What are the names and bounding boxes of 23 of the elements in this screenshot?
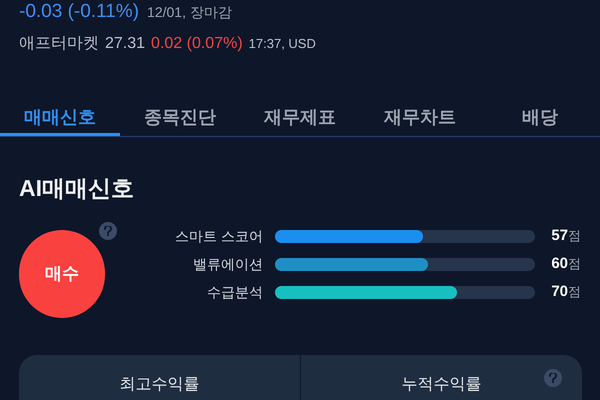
after-market-change: 0.02 (0.07%) — [151, 34, 243, 54]
tab[interactable]: 종목진단 — [120, 102, 240, 136]
after-market-label: 애프터마켓 — [19, 34, 99, 54]
score-value: 60점 — [550, 254, 581, 274]
score-label: 밸류에이션 — [192, 255, 263, 274]
tab[interactable]: 배당 — [480, 102, 600, 136]
tab[interactable]: 매매신호 — [0, 102, 120, 136]
help-icon[interactable] — [99, 222, 117, 240]
score-value: 70점 — [550, 282, 581, 302]
quote-time: 12/01, 장마감 — [147, 3, 232, 22]
after-market-price: 27.31 — [105, 34, 146, 54]
signal-badge: 매수 — [19, 230, 105, 318]
score-label: 스마트 스코어 — [174, 227, 263, 246]
section-title: AI매매신호 — [18, 174, 135, 203]
score-value: 57점 — [550, 226, 581, 246]
column-header: 누적수익률 — [402, 375, 482, 395]
score-label: 수급분석 — [206, 283, 263, 302]
column-header: 최고수익률 — [120, 375, 200, 395]
price-change: -0.03 (-0.11%) — [19, 0, 140, 24]
tab[interactable]: 재무제표 — [240, 102, 360, 136]
after-market-time: 17:37, USD — [248, 35, 316, 53]
tab[interactable]: 재무차트 — [360, 102, 480, 136]
help-icon[interactable] — [544, 369, 562, 387]
